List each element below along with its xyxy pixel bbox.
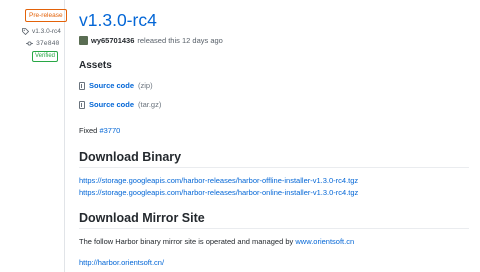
mirror-text: The follow Harbor binary mirror site is … xyxy=(79,237,294,246)
asset-item-targz[interactable]: Source code (tar.gz) xyxy=(79,100,161,109)
commit-icon xyxy=(26,41,33,46)
mirror-url-link[interactable]: http://harbor.orientsoft.cn/ xyxy=(79,258,164,267)
fixed-line: Fixed #3770 xyxy=(79,126,120,135)
asset-item-zip[interactable]: Source code (zip) xyxy=(79,81,153,90)
sidebar-divider xyxy=(64,0,65,272)
asset-label[interactable]: Source code xyxy=(89,100,134,109)
asset-label[interactable]: Source code xyxy=(89,81,134,90)
asset-ext: (tar.gz) xyxy=(138,100,162,109)
file-zip-icon xyxy=(79,81,85,90)
online-installer-link[interactable]: https://storage.googleapis.com/harbor-re… xyxy=(79,188,358,197)
commit-row[interactable]: 37e840 xyxy=(26,40,59,47)
offline-installer-link[interactable]: https://storage.googleapis.com/harbor-re… xyxy=(79,176,358,185)
released-text: released this 12 days ago xyxy=(137,36,223,45)
author-link[interactable]: wy65701436 xyxy=(91,36,134,45)
download-binary-heading: Download Binary xyxy=(79,150,182,164)
release-title[interactable]: v1.3.0-rc4 xyxy=(79,10,157,30)
tag-row[interactable]: v1.3.0-rc4 xyxy=(22,28,61,35)
release-meta: wy65701436 released this 12 days ago xyxy=(79,36,223,45)
tag-name: v1.3.0-rc4 xyxy=(32,28,61,35)
avatar[interactable] xyxy=(79,36,88,45)
verified-badge[interactable]: Verified xyxy=(32,51,59,62)
issue-link[interactable]: #3770 xyxy=(99,126,120,135)
heading-rule xyxy=(79,167,469,168)
heading-rule xyxy=(79,228,469,229)
mirror-site-link[interactable]: www.orientsoft.cn xyxy=(295,237,354,246)
file-zip-icon xyxy=(79,100,85,109)
download-mirror-heading: Download Mirror Site xyxy=(79,211,205,225)
mirror-description: The follow Harbor binary mirror site is … xyxy=(79,237,354,246)
assets-heading: Assets xyxy=(79,60,112,71)
tag-icon xyxy=(22,28,29,35)
asset-ext: (zip) xyxy=(138,81,153,90)
fixed-prefix: Fixed xyxy=(79,126,98,135)
prerelease-badge: Pre-release xyxy=(25,9,67,22)
commit-sha: 37e840 xyxy=(36,40,60,47)
